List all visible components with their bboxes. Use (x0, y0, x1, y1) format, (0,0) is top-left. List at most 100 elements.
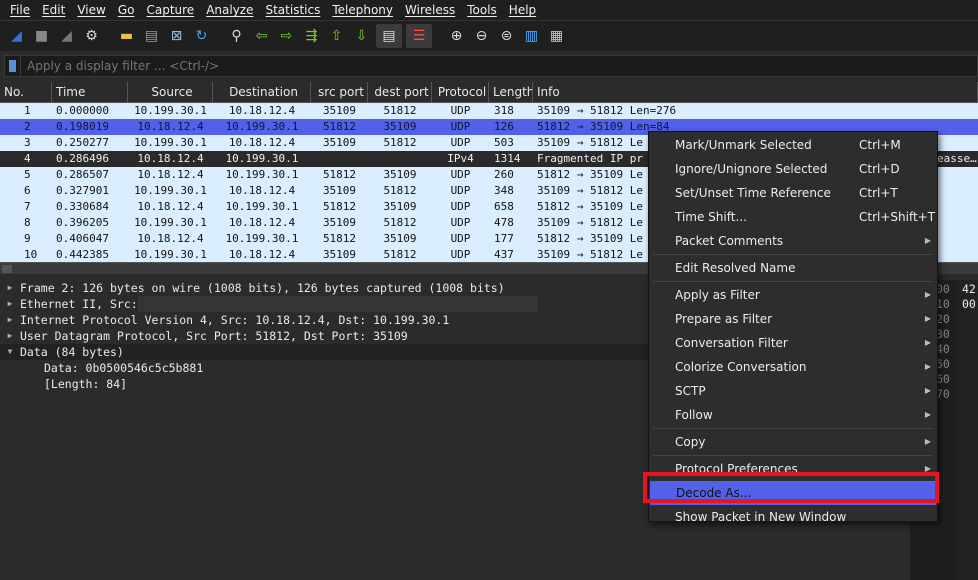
cell-1: 0.198019 (56, 120, 109, 133)
zoom-in-icon[interactable]: ⊕ (446, 26, 467, 47)
menu-tools[interactable]: Tools (467, 3, 497, 17)
toolbar-separator (106, 26, 112, 47)
cell-5: 35109 (383, 120, 417, 133)
column-header-time[interactable]: Time (52, 82, 128, 102)
cell-3: 10.199.30.1 (225, 232, 299, 245)
column-header-destination[interactable]: Destination (213, 82, 311, 102)
menu-item-label: Ignore/Unignore Selected (675, 162, 828, 176)
packet-row[interactable]: 1 0.000000 10.199.30.1 10.18.12.4 35109 51812… (0, 103, 978, 119)
cell-7: 260 (494, 168, 514, 181)
detail-text: [Length: 84] (44, 377, 128, 391)
menu-item-colorize-conversation[interactable]: Colorize Conversation ▶ (649, 355, 937, 379)
toolbar-separator (216, 26, 222, 47)
menu-item-protocol-preferences[interactable]: Protocol Preferences ▶ (649, 457, 937, 481)
cell-5: 35109 (383, 168, 417, 181)
cell-5: 51812 (383, 248, 417, 261)
cell-2: 10.18.12.4 (137, 232, 204, 245)
find-packet-icon[interactable]: ⚲ (226, 26, 247, 47)
expand-arrow-icon[interactable]: ▶ (0, 280, 20, 296)
cell-6: UDP (450, 120, 471, 133)
save-file-icon[interactable]: ▤ (141, 26, 162, 47)
cell-8: 35109 → 51812 Len=276 (537, 104, 677, 117)
menu-item-conversation-filter[interactable]: Conversation Filter ▶ (649, 331, 937, 355)
menu-item-shortcut: Ctrl+T (859, 186, 898, 200)
menu-item-time-shift[interactable]: Time Shift... Ctrl+Shift+T (649, 205, 937, 229)
menu-item-show-packet-in-new-window[interactable]: Show Packet in New Window (649, 505, 937, 529)
info-tail: easse… (937, 152, 977, 165)
reload-file-icon[interactable]: ↻ (191, 26, 212, 47)
cell-3: 10.199.30.1 (225, 120, 299, 133)
column-header-src-port[interactable]: src port (311, 82, 368, 102)
menu-item-set-unset-time-reference[interactable]: Set/Unset Time Reference Ctrl+T (649, 181, 937, 205)
menu-item-edit-resolved-name[interactable]: Edit Resolved Name (649, 256, 937, 280)
go-to-packet-icon[interactable]: ⇶ (301, 26, 322, 47)
collapse-arrow-icon[interactable]: ▼ (0, 344, 20, 360)
menu-capture[interactable]: Capture (146, 3, 194, 17)
cell-4: 51812 (322, 232, 357, 245)
menu-analyze[interactable]: Analyze (206, 3, 253, 17)
go-forward-icon[interactable]: ⇨ (276, 26, 297, 47)
column-header-info[interactable]: Info (533, 82, 978, 102)
menu-bar: File Edit View Go Capture Analyze Statistics Te… (0, 0, 978, 20)
close-file-icon[interactable]: ⊠ (166, 26, 187, 47)
resize-columns-icon[interactable]: ▥ (521, 26, 542, 47)
menu-wireless[interactable]: Wireless (405, 3, 455, 17)
menu-item-copy[interactable]: Copy ▶ (649, 430, 937, 454)
menu-item-ignore-unignore-selected[interactable]: Ignore/Unignore Selected Ctrl+D (649, 157, 937, 181)
restart-capture-icon[interactable]: ◢ (56, 26, 77, 47)
detail-text: Data (84 bytes) (20, 345, 124, 359)
cell-1: 0.406047 (56, 232, 109, 245)
cell-0: 1 (24, 104, 31, 117)
open-file-icon[interactable]: ▬ (116, 26, 137, 47)
cell-4: 51812 (322, 200, 357, 213)
menu-go[interactable]: Go (118, 3, 135, 17)
display-filter-bar (4, 55, 978, 77)
menu-statistics[interactable]: Statistics (265, 3, 320, 17)
menu-help[interactable]: Help (509, 3, 536, 17)
display-filter-input[interactable] (21, 59, 921, 73)
menu-item-mark-unmark-selected[interactable]: Mark/Unmark Selected Ctrl+M (649, 133, 937, 157)
go-back-icon[interactable]: ⇦ (251, 26, 272, 47)
cell-4: 51812 (322, 168, 357, 181)
menu-view[interactable]: View (77, 3, 105, 17)
normal-size-icon[interactable]: ⊜ (496, 26, 517, 47)
menu-file[interactable]: File (10, 3, 30, 17)
menu-item-follow[interactable]: Follow ▶ (649, 403, 937, 427)
cell-4: 51812 (322, 120, 357, 133)
cell-6: UDP (450, 136, 471, 149)
menu-telephony[interactable]: Telephony (332, 3, 393, 17)
cell-4: 35109 (322, 184, 357, 197)
zoom-out-icon[interactable]: ⊖ (471, 26, 492, 47)
autoscroll-icon[interactable]: ▤ (376, 24, 402, 48)
cell-6: IPv4 (447, 152, 474, 165)
cell-7: 177 (494, 232, 514, 245)
bookmark-icon[interactable] (5, 56, 21, 76)
colorize-icon[interactable]: ☰ (406, 24, 432, 48)
detail-text: Ethernet II, Src: (20, 297, 138, 311)
expand-arrow-icon[interactable]: ▶ (0, 328, 20, 344)
first-packet-icon[interactable]: ⇧ (326, 26, 347, 47)
cell-6: UDP (450, 168, 471, 181)
menu-item-label: Set/Unset Time Reference (675, 186, 831, 200)
menu-item-decode-as[interactable]: Decode As... (650, 481, 936, 505)
menu-separator (653, 428, 933, 429)
menu-item-packet-comments[interactable]: Packet Comments ▶ (649, 229, 937, 253)
column-header-no[interactable]: No. (0, 82, 52, 102)
start-capture-icon[interactable]: ◢ (6, 26, 27, 47)
column-header-protocol[interactable]: Protocol (432, 82, 489, 102)
menu-item-sctp[interactable]: SCTP ▶ (649, 379, 937, 403)
cell-1: 0.286496 (56, 152, 109, 165)
expand-arrow-icon[interactable]: ▶ (0, 296, 20, 312)
stop-capture-icon[interactable]: ■ (31, 26, 52, 47)
capture-options-icon[interactable]: ⚙ (81, 26, 102, 47)
menu-item-prepare-as-filter[interactable]: Prepare as Filter ▶ (649, 307, 937, 331)
expand-arrow-icon[interactable]: ▶ (0, 312, 20, 328)
column-header-dest-port[interactable]: dest port (368, 82, 432, 102)
menu-edit[interactable]: Edit (42, 3, 65, 17)
column-header-length[interactable]: Length (489, 82, 533, 102)
last-packet-icon[interactable]: ⇩ (351, 26, 372, 47)
menu-item-apply-as-filter[interactable]: Apply as Filter ▶ (649, 283, 937, 307)
layout-icon[interactable]: ▦ (546, 26, 567, 47)
cell-0: 4 (24, 152, 31, 165)
column-header-source[interactable]: Source (128, 82, 213, 102)
